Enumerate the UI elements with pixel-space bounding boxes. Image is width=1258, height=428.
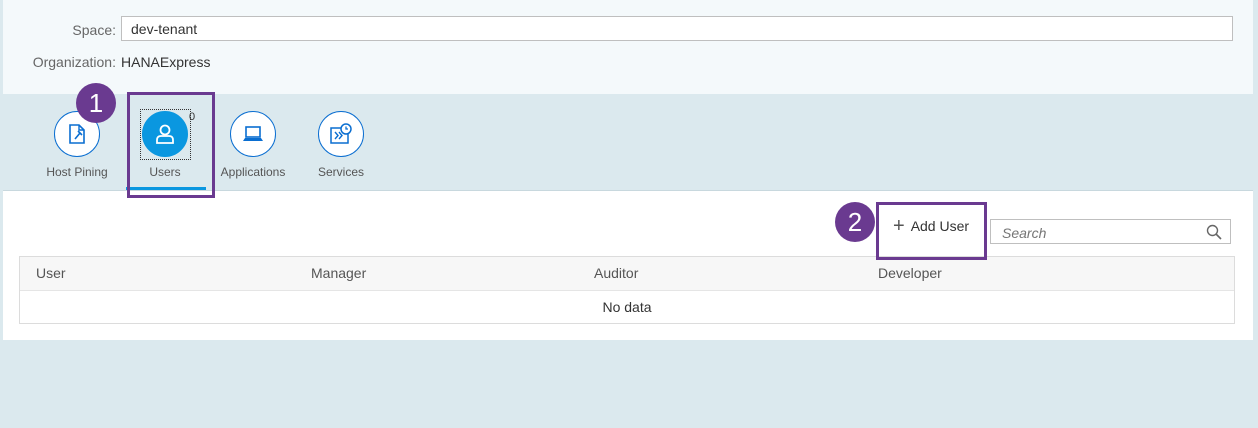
step1-badge: 1 <box>76 83 116 123</box>
tab-services[interactable]: Services <box>296 111 386 179</box>
column-header-developer: Developer <box>878 265 942 281</box>
organization-label: Organization: <box>32 54 116 70</box>
tab-label-host-pining: Host Pining <box>46 165 108 179</box>
tab-applications[interactable]: Applications <box>208 111 298 179</box>
space-header: Space: Organization: HANAExpress <box>3 0 1253 94</box>
column-header-auditor: Auditor <box>594 265 639 281</box>
tab-host-pining[interactable]: Host Pining <box>32 111 122 179</box>
users-table: User Manager Auditor Developer No data <box>19 256 1235 324</box>
search-input[interactable] <box>1000 221 1204 244</box>
service-clock-icon <box>318 111 364 157</box>
tab-label-services: Services <box>317 165 364 179</box>
space-input[interactable] <box>121 16 1233 41</box>
space-label: Space: <box>72 22 116 38</box>
step2-highlight-box <box>876 202 987 260</box>
column-header-manager: Manager <box>311 265 367 281</box>
step2-badge: 2 <box>835 202 875 242</box>
empty-table-message: No data <box>602 299 652 315</box>
column-header-user: User <box>36 265 66 281</box>
table-header: User Manager Auditor Developer <box>20 257 1234 291</box>
tab-label-applications: Applications <box>220 165 286 179</box>
organization-value: HANAExpress <box>121 54 211 70</box>
search-icon[interactable] <box>1206 224 1222 245</box>
step1-highlight-box <box>127 92 215 198</box>
users-panel: + Add User User Manager Auditor Develope… <box>3 191 1253 340</box>
search-field[interactable] <box>990 219 1231 244</box>
laptop-icon <box>230 111 276 157</box>
